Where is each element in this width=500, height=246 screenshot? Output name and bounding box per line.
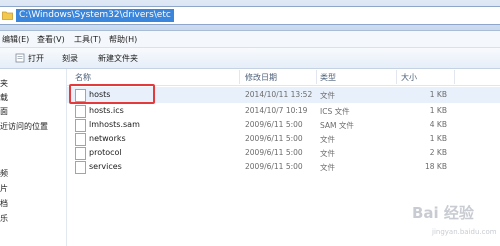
burn-button[interactable]: 刻录 [62, 53, 78, 64]
file-size: 4 KB [429, 120, 447, 129]
column-divider[interactable] [239, 70, 240, 84]
file-size: 18 KB [425, 162, 447, 171]
new-folder-button[interactable]: 新建文件夹 [98, 53, 138, 64]
file-date: 2014/10/7 10:19 [245, 106, 308, 115]
column-divider[interactable] [396, 70, 397, 84]
file-name: networks [89, 134, 126, 143]
folder-icon [2, 11, 13, 20]
file-type: ICS 文件 [320, 107, 350, 116]
open-button[interactable]: 打开 [28, 53, 44, 64]
file-name: hosts.ics [89, 106, 124, 115]
column-divider[interactable] [316, 70, 317, 84]
column-type[interactable]: 类型 [320, 72, 336, 83]
file-size: 1 KB [429, 106, 447, 115]
file-date: 2009/6/11 5:00 [245, 134, 303, 143]
file-name: services [89, 162, 122, 171]
file-type: 文件 [320, 163, 335, 172]
navigation-pane: 夹 载 面 近访问的位置 频 片 档 乐 [0, 69, 67, 246]
sidebar-item-music[interactable]: 乐 [0, 213, 8, 224]
sidebar-item-pictures[interactable]: 片 [0, 183, 8, 194]
sidebar-item-desktop[interactable]: 面 [0, 106, 8, 117]
address-path[interactable]: C:\Windows\System32\drivers\etc [16, 9, 174, 22]
file-name: protocol [89, 148, 122, 157]
file-icon [75, 161, 86, 174]
column-name[interactable]: 名称 [75, 72, 91, 83]
file-type: SAM 文件 [320, 121, 354, 130]
column-date[interactable]: 修改日期 [245, 72, 277, 83]
column-divider[interactable] [454, 70, 455, 84]
sidebar-item-favorites[interactable]: 夹 [0, 78, 8, 89]
sidebar-item-downloads[interactable]: 载 [0, 92, 8, 103]
file-date: 2009/6/11 5:00 [245, 162, 303, 171]
file-type: 文件 [320, 149, 335, 158]
open-icon [15, 53, 25, 63]
menu-view[interactable]: 查看(V) [37, 34, 65, 45]
sidebar-item-videos[interactable]: 频 [0, 168, 8, 179]
menu-edit[interactable]: 编辑(E) [2, 34, 29, 45]
file-date: 2014/10/11 13:52 [245, 90, 313, 99]
column-size[interactable]: 大小 [401, 72, 417, 83]
sidebar-item-documents[interactable]: 档 [0, 198, 8, 209]
address-input[interactable]: C:\Windows\System32\drivers\etc [0, 6, 500, 25]
file-type: 文件 [320, 135, 335, 144]
address-bar: C:\Windows\System32\drivers\etc [0, 0, 500, 31]
watermark-url: jingyan.baidu.com [432, 228, 497, 236]
file-type: 文件 [320, 91, 335, 100]
file-size: 1 KB [429, 90, 447, 99]
file-size: 2 KB [429, 148, 447, 157]
file-date: 2009/6/11 5:00 [245, 148, 303, 157]
menu-help[interactable]: 帮助(H) [109, 34, 137, 45]
file-row-services[interactable]: services 2009/6/11 5:00 文件 18 KB [67, 159, 500, 175]
file-size: 1 KB [429, 134, 447, 143]
sidebar-item-recent[interactable]: 近访问的位置 [0, 121, 48, 132]
menu-tools[interactable]: 工具(T) [74, 34, 101, 45]
menu-bar: 编辑(E) 查看(V) 工具(T) 帮助(H) [0, 31, 500, 48]
highlight-annotation [69, 84, 155, 104]
toolbar: 打开 刻录 新建文件夹 [0, 48, 500, 69]
file-name: lmhosts.sam [89, 120, 140, 129]
file-date: 2009/6/11 5:00 [245, 120, 303, 129]
